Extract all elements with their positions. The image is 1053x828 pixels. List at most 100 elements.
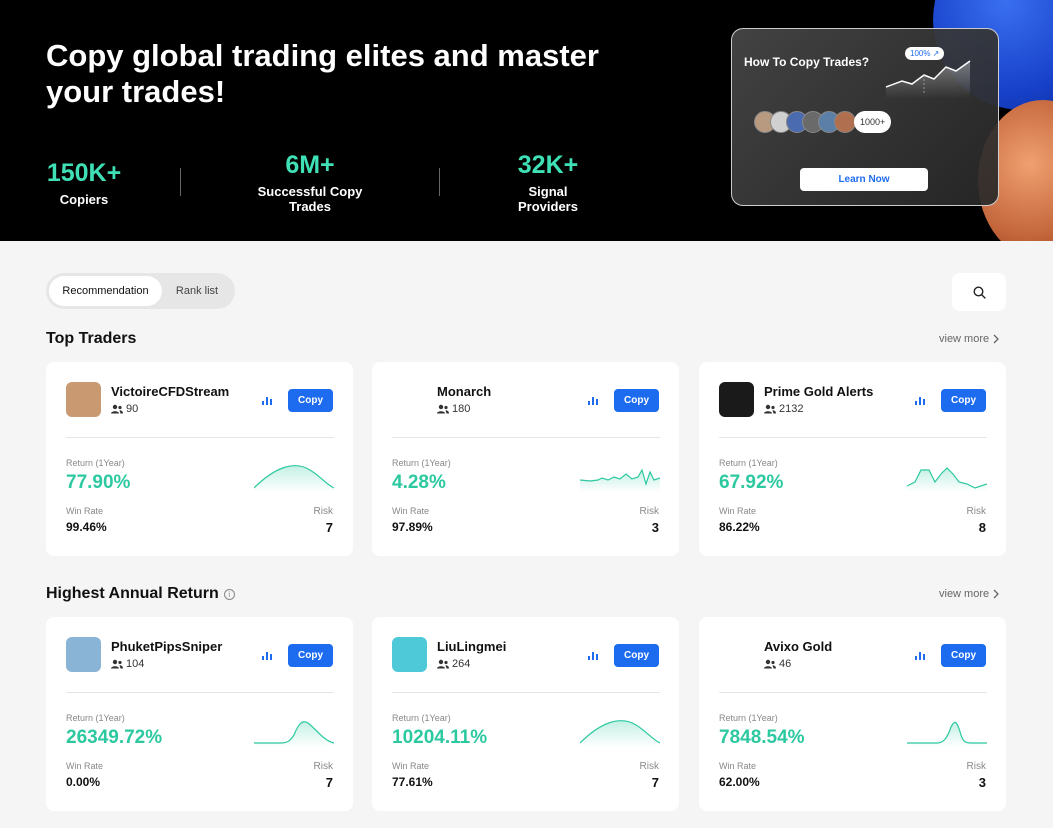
follower-count: 90	[111, 403, 138, 415]
return-value: 10204.11%	[392, 727, 488, 748]
return-label: Return (1Year)	[66, 458, 125, 468]
how-to-copy-card[interactable]: How To Copy Trades? 100% ↗ 1000+ Learn N…	[731, 28, 999, 206]
copy-button[interactable]: Copy	[941, 389, 986, 412]
copy-button[interactable]: Copy	[614, 389, 659, 412]
trader-name[interactable]: Monarch	[437, 384, 491, 399]
learn-now-button[interactable]: Learn Now	[800, 168, 928, 191]
bar-chart-icon[interactable]	[915, 394, 926, 405]
trader-avatar	[392, 637, 427, 672]
section-title-text: Highest Annual Return	[46, 585, 219, 602]
bar-chart-icon[interactable]	[262, 394, 273, 405]
win-rate-value: 97.89%	[392, 520, 433, 534]
hero-title: Copy global trading elites and master yo…	[46, 38, 599, 109]
return-sparkline	[580, 720, 660, 747]
copy-button[interactable]: Copy	[288, 389, 333, 412]
win-rate-value: 77.61%	[392, 775, 433, 789]
users-icon	[111, 404, 123, 414]
follower-number: 180	[452, 403, 471, 415]
bar-chart-icon[interactable]	[262, 649, 273, 660]
risk-label: Risk	[639, 506, 659, 517]
risk-label: Risk	[966, 506, 986, 517]
chevron-right-icon	[993, 334, 1000, 344]
hero-stats: 150K+ Copiers 6M+ Successful Copy Trades…	[46, 150, 598, 214]
view-more-link[interactable]: view more	[939, 333, 1000, 345]
win-rate-label: Win Rate	[66, 761, 104, 771]
return-value: 77.90%	[66, 472, 131, 493]
return-value: 26349.72%	[66, 727, 163, 748]
stat-copiers: 150K+ Copiers	[46, 158, 122, 207]
stat-copy-trades: 6M+ Successful Copy Trades	[239, 150, 381, 214]
users-icon	[764, 659, 776, 669]
hero-banner: Copy global trading elites and master yo…	[0, 0, 1053, 241]
win-rate-value: 62.00%	[719, 775, 760, 789]
tab-rank-list[interactable]: Rank list	[162, 276, 232, 306]
trader-card[interactable]: Avixo Gold 46 Copy Return (1Year) 7848.5…	[699, 617, 1006, 811]
view-more-text: view more	[939, 588, 990, 600]
trader-name[interactable]: VictoireCFDStream	[111, 384, 229, 399]
follower-count: 2132	[764, 403, 803, 415]
trader-card[interactable]: VictoireCFDStream 90 Copy Return (1Year)…	[46, 362, 353, 556]
promo-percent-badge: 100% ↗	[905, 47, 945, 60]
section-title: Highest Annual Return i	[46, 585, 235, 603]
section-title-text: Top Traders	[46, 330, 137, 347]
win-rate-label: Win Rate	[392, 506, 430, 516]
follower-count: 104	[111, 658, 144, 670]
trader-card[interactable]: LiuLingmei 264 Copy Return (1Year) 10204…	[372, 617, 679, 811]
return-sparkline	[907, 721, 987, 747]
promo-title: How To Copy Trades?	[744, 55, 870, 69]
win-rate-value: 99.46%	[66, 520, 107, 534]
bar-chart-icon[interactable]	[588, 394, 599, 405]
return-value: 67.92%	[719, 472, 784, 493]
bar-chart-icon[interactable]	[915, 649, 926, 660]
copy-button[interactable]: Copy	[288, 644, 333, 667]
risk-value: 7	[325, 775, 333, 790]
info-icon[interactable]: i	[223, 588, 235, 600]
trader-avatar	[719, 382, 754, 417]
trader-name[interactable]: PhuketPipsSniper	[111, 639, 222, 654]
trader-avatar	[719, 637, 754, 672]
tab-switcher: Recommendation Rank list	[46, 273, 235, 309]
trader-card[interactable]: Prime Gold Alerts 2132 Copy Return (1Yea…	[699, 362, 1006, 556]
copy-button[interactable]: Copy	[941, 644, 986, 667]
stat-signal-providers: 32K+ Signal Providers	[498, 150, 598, 214]
risk-value: 3	[978, 775, 986, 790]
users-icon	[111, 659, 123, 669]
return-label: Return (1Year)	[719, 713, 778, 723]
avatar-stack: 1000+	[754, 111, 892, 133]
follower-number: 2132	[779, 403, 804, 415]
follower-number: 104	[126, 658, 145, 670]
users-icon	[437, 404, 449, 414]
return-sparkline	[254, 465, 334, 492]
risk-value: 8	[978, 520, 986, 535]
copy-button[interactable]: Copy	[614, 644, 659, 667]
trader-card[interactable]: Monarch 180 Copy Return (1Year) 4.28% Wi…	[372, 362, 679, 556]
risk-value: 7	[651, 775, 659, 790]
card-divider	[392, 437, 660, 438]
risk-label: Risk	[313, 761, 333, 772]
follower-count: 46	[764, 658, 791, 670]
return-label: Return (1Year)	[719, 458, 778, 468]
risk-label: Risk	[313, 506, 333, 517]
stat-label: Signal Providers	[518, 184, 578, 214]
follower-count: 264	[437, 658, 470, 670]
tab-recommendation[interactable]: Recommendation	[49, 276, 162, 306]
section-title: Top Traders	[46, 330, 136, 348]
trader-card[interactable]: PhuketPipsSniper 104 Copy Return (1Year)…	[46, 617, 353, 811]
stat-value: 32K+	[517, 151, 579, 179]
trader-name[interactable]: Prime Gold Alerts	[764, 384, 873, 399]
search-button[interactable]	[952, 273, 1006, 311]
trader-name[interactable]: LiuLingmei	[437, 639, 506, 654]
view-more-link[interactable]: view more	[939, 588, 1000, 600]
return-sparkline	[907, 467, 987, 492]
return-label: Return (1Year)	[66, 713, 125, 723]
trader-name[interactable]: Avixo Gold	[764, 639, 832, 654]
stat-label: Successful Copy Trades	[257, 184, 363, 214]
follower-number: 46	[779, 658, 792, 670]
return-sparkline	[254, 721, 334, 747]
bar-chart-icon[interactable]	[588, 649, 599, 660]
risk-label: Risk	[639, 761, 659, 772]
return-label: Return (1Year)	[392, 713, 451, 723]
win-rate-label: Win Rate	[719, 506, 757, 516]
return-value: 4.28%	[392, 472, 446, 493]
view-more-text: view more	[939, 333, 990, 345]
